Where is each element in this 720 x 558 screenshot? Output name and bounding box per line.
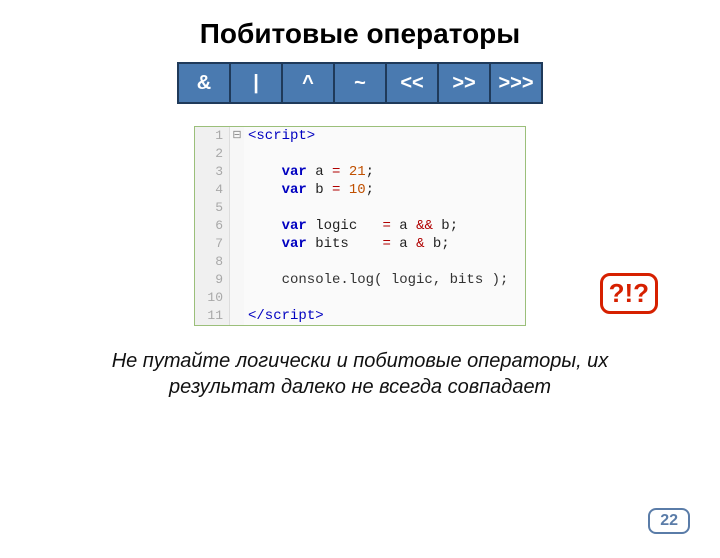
code-text: var a = 21; bbox=[244, 163, 374, 181]
fold-marker bbox=[230, 289, 244, 307]
code-block: 1⊟<script>2 3 var a = 21;4 var b = 10;5 … bbox=[194, 126, 526, 326]
code-text bbox=[244, 289, 256, 307]
code-line: 5 bbox=[195, 199, 525, 217]
fold-marker: ⊟ bbox=[230, 127, 244, 145]
code-line: 7 var bits = a & b; bbox=[195, 235, 525, 253]
operator-cell: >> bbox=[438, 63, 490, 103]
operator-cell: & bbox=[178, 63, 230, 103]
fold-marker bbox=[230, 199, 244, 217]
operator-cell: ~ bbox=[334, 63, 386, 103]
line-number: 11 bbox=[195, 307, 230, 325]
code-line: 3 var a = 21; bbox=[195, 163, 525, 181]
page-title: Побитовые операторы bbox=[0, 18, 720, 50]
line-number: 10 bbox=[195, 289, 230, 307]
code-text: </script> bbox=[244, 307, 324, 325]
fold-marker bbox=[230, 181, 244, 199]
code-line: 6 var logic = a && b; bbox=[195, 217, 525, 235]
operator-table: &|^~<<>>>>> bbox=[177, 62, 543, 104]
page-number: 22 bbox=[648, 508, 690, 534]
code-text: var b = 10; bbox=[244, 181, 374, 199]
fold-marker bbox=[230, 271, 244, 289]
code-line: 9 console.log( logic, bits ); bbox=[195, 271, 525, 289]
operator-cell: >>> bbox=[490, 63, 542, 103]
line-number: 6 bbox=[195, 217, 230, 235]
fold-marker bbox=[230, 307, 244, 325]
line-number: 7 bbox=[195, 235, 230, 253]
line-number: 5 bbox=[195, 199, 230, 217]
code-text: console.log( logic, bits ); bbox=[244, 271, 508, 289]
code-text: var logic = a && b; bbox=[244, 217, 458, 235]
operator-cell: << bbox=[386, 63, 438, 103]
line-number: 1 bbox=[195, 127, 230, 145]
code-text bbox=[244, 253, 256, 271]
note-text: Не путайте логически и побитовые операто… bbox=[70, 348, 650, 400]
code-line: 10 bbox=[195, 289, 525, 307]
operator-cell: | bbox=[230, 63, 282, 103]
fold-marker bbox=[230, 145, 244, 163]
code-text: <script> bbox=[244, 127, 315, 145]
code-line: 2 bbox=[195, 145, 525, 163]
fold-marker bbox=[230, 253, 244, 271]
code-line: 11 </script> bbox=[195, 307, 525, 325]
line-number: 4 bbox=[195, 181, 230, 199]
line-number: 3 bbox=[195, 163, 230, 181]
code-text: var bits = a & b; bbox=[244, 235, 450, 253]
code-text bbox=[244, 199, 256, 217]
line-number: 2 bbox=[195, 145, 230, 163]
code-text bbox=[244, 145, 256, 163]
code-line: 8 bbox=[195, 253, 525, 271]
fold-marker bbox=[230, 163, 244, 181]
code-line: 4 var b = 10; bbox=[195, 181, 525, 199]
line-number: 8 bbox=[195, 253, 230, 271]
operator-cell: ^ bbox=[282, 63, 334, 103]
line-number: 9 bbox=[195, 271, 230, 289]
question-callout: ?!? bbox=[600, 273, 658, 314]
fold-marker bbox=[230, 217, 244, 235]
fold-marker bbox=[230, 235, 244, 253]
code-line: 1⊟<script> bbox=[195, 127, 525, 145]
